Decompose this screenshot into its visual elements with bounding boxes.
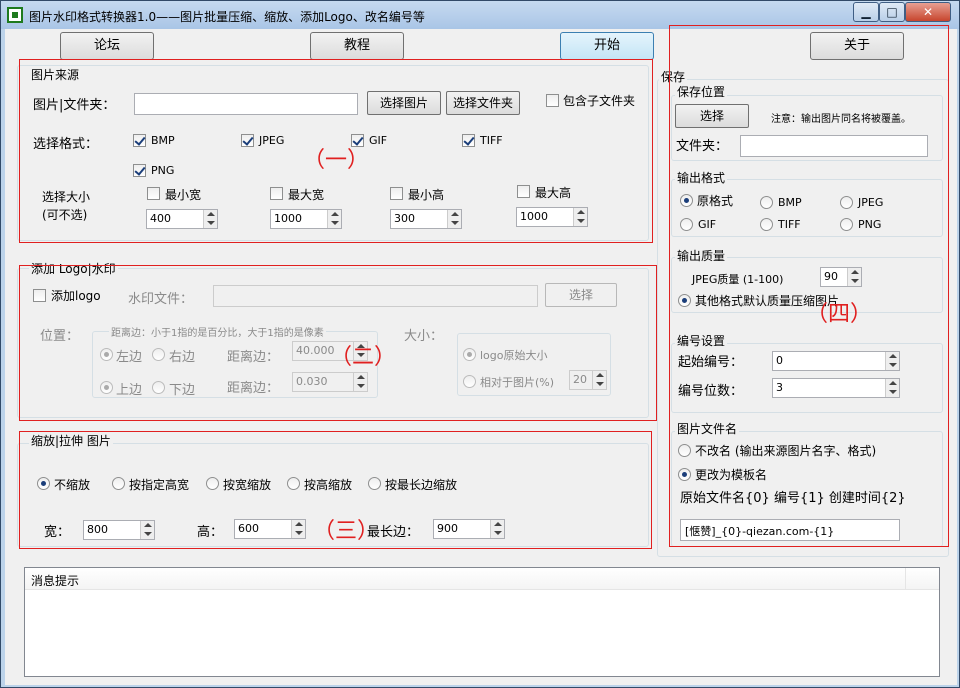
app-icon bbox=[7, 7, 23, 23]
message-header: 消息提示 bbox=[25, 568, 939, 590]
message-header-label: 消息提示 bbox=[31, 574, 80, 588]
start-button[interactable]: 开始 bbox=[560, 32, 654, 60]
annotation-box-four bbox=[669, 25, 949, 547]
window-title: 图片水印格式转换器1.0——图片批量压缩、缩放、添加Logo、改名编号等 bbox=[29, 10, 425, 24]
column-divider[interactable] bbox=[905, 568, 906, 590]
main-window: 图片水印格式转换器1.0——图片批量压缩、缩放、添加Logo、改名编号等 ▁ □… bbox=[0, 0, 960, 688]
message-list[interactable]: 消息提示 bbox=[24, 567, 940, 677]
annotation-label-one: （一） bbox=[303, 148, 370, 173]
client-area: 论坛 教程 开始 关于 图片来源 图片|文件夹： 选择图片 选择文件夹 包含子文… bbox=[5, 25, 957, 685]
annotation-label-three: （三） bbox=[313, 519, 380, 544]
close-button[interactable]: ✕ bbox=[905, 2, 951, 22]
annotation-label-four: （四） bbox=[806, 302, 873, 327]
forum-button[interactable]: 论坛 bbox=[60, 32, 154, 60]
maximize-button[interactable]: □ bbox=[879, 2, 905, 22]
minimize-button[interactable]: ▁ bbox=[853, 2, 879, 22]
annotation-label-two: （二） bbox=[330, 345, 397, 370]
tutorial-button[interactable]: 教程 bbox=[310, 32, 404, 60]
